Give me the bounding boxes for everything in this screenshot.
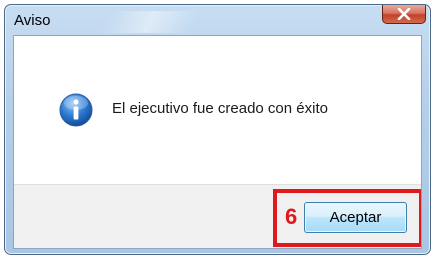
close-button[interactable] — [382, 5, 426, 24]
info-icon — [59, 93, 93, 127]
title-bar[interactable]: Aviso — [5, 5, 430, 35]
message-dialog: Aviso El ejecutivo fue creado con éxito … — [4, 4, 431, 255]
step-number-label: 6 — [285, 204, 298, 229]
dialog-content-area: El ejecutivo fue creado con éxito 6 Acep… — [13, 35, 422, 249]
accept-button[interactable]: Aceptar — [304, 202, 407, 233]
dialog-title: Aviso — [14, 12, 51, 29]
message-panel: El ejecutivo fue creado con éxito — [14, 36, 421, 184]
accept-button-label: Aceptar — [329, 209, 382, 226]
close-x-icon — [397, 8, 411, 20]
message-text: El ejecutivo fue creado con éxito — [112, 100, 328, 117]
annotation-highlight-box: 6 Aceptar — [273, 189, 421, 247]
screenshot-page: Aviso El ejecutivo fue creado con éxito … — [0, 0, 435, 259]
dialog-footer: 6 Aceptar — [14, 184, 421, 248]
